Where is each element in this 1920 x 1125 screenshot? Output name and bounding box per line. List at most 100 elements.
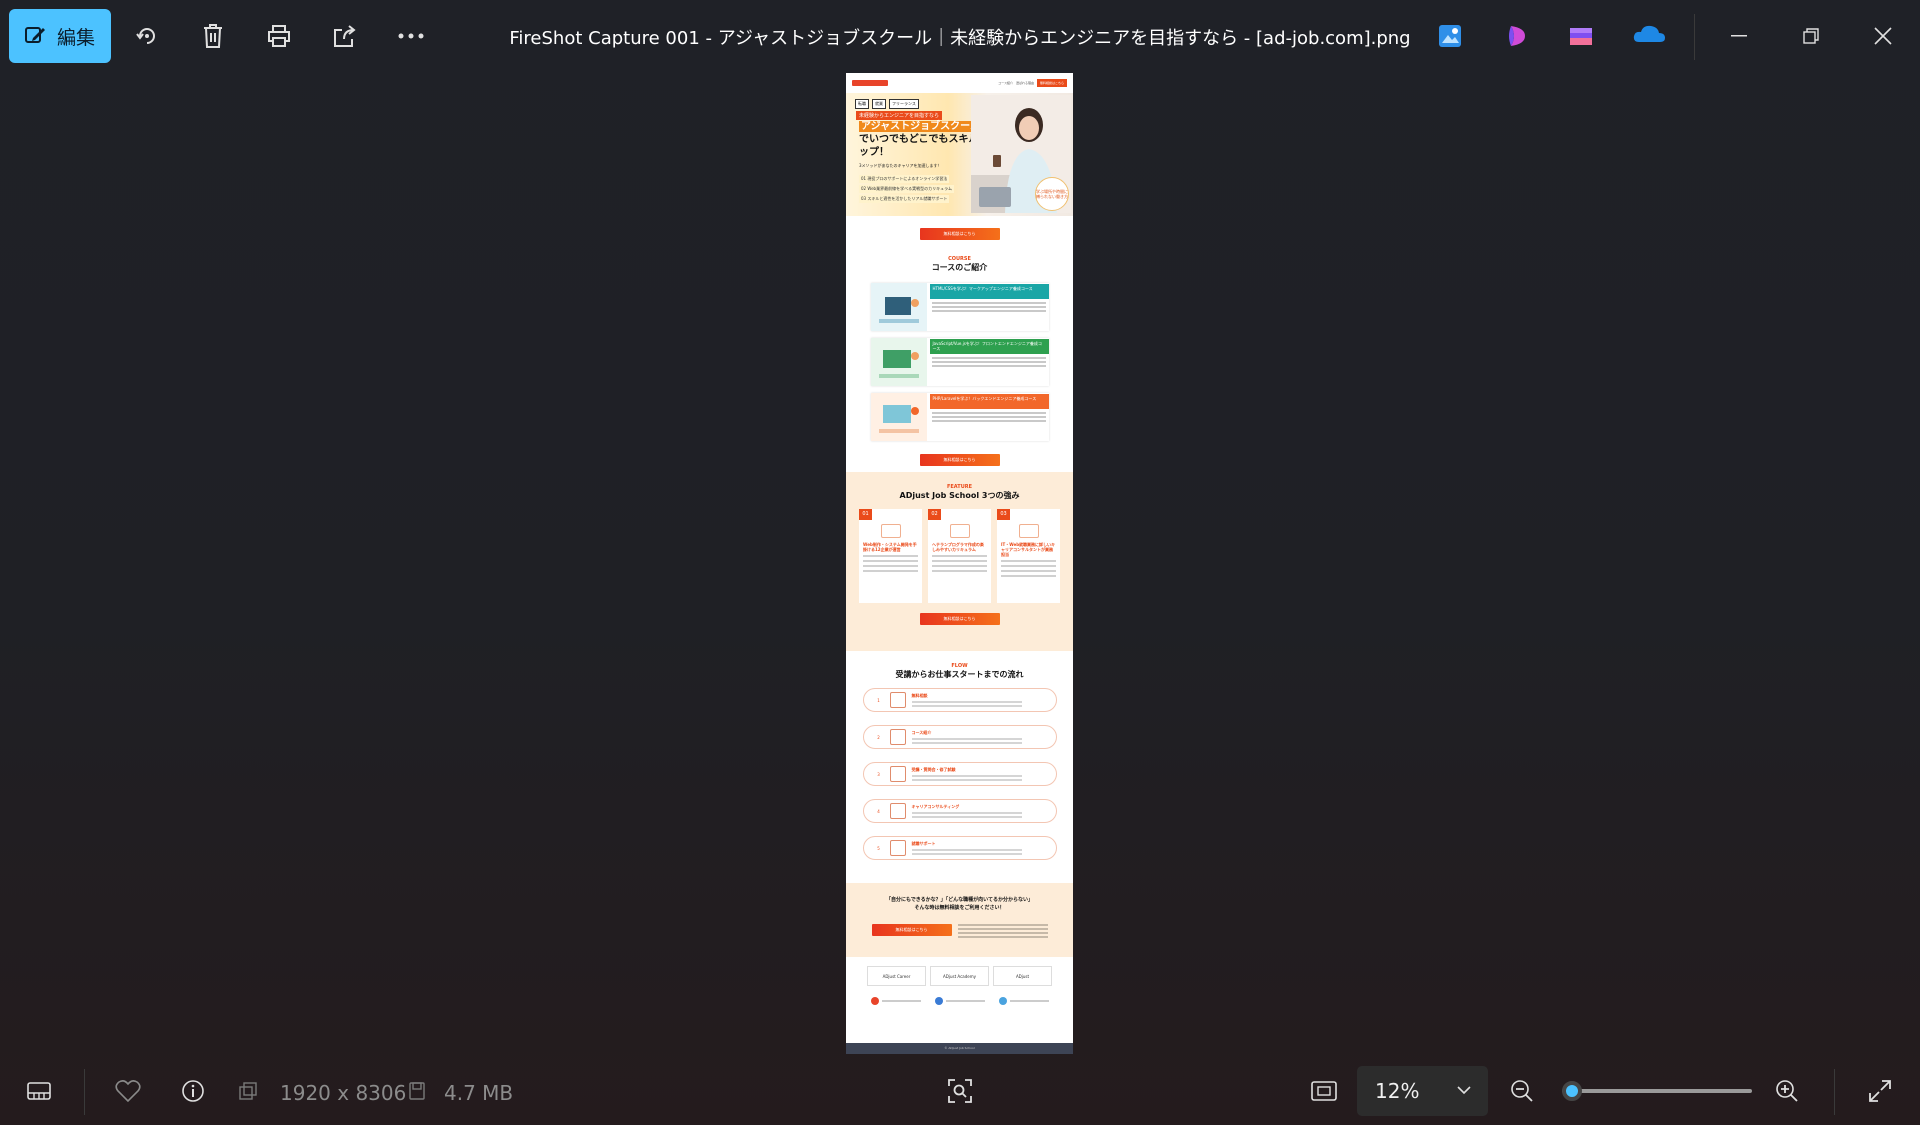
zoom-in-icon[interactable] [1769,1073,1805,1109]
rotate-icon[interactable] [129,18,165,54]
cta-row: 無料相談はこちら [846,216,1073,252]
flow-heading-jp: 受講からお仕事スタートまでの流れ [895,670,1024,679]
step-text [911,738,1022,744]
office-item [870,996,921,1006]
hero-badge: 未経験からエンジニアを目指すなら [856,111,943,120]
course-illustration [870,338,927,386]
edit-icon [25,27,45,43]
hero-point: 02 Web業界最前線を学べる実戦型のカリキュラム [859,185,954,193]
close-icon[interactable] [1865,18,1901,54]
course-description [930,302,1049,312]
zoom-slider-track[interactable] [1562,1089,1752,1093]
step-number: 1 [877,697,880,703]
feature-icon [949,524,970,538]
feature-card: 02 ヘテランプログラマ作成の楽しみやすいカリキュラム [928,509,991,603]
clipchamp-icon[interactable] [1503,22,1533,50]
feature-icon [1018,524,1039,538]
step-icon [889,729,906,745]
cta-button: 無料相談はこちら [919,613,1000,625]
file-size: 4.7 MB [444,1081,514,1105]
delete-icon[interactable] [195,18,231,54]
hero-section: 転職 就業 フリーランス 未経験からエンジニアを目指すなら アジャストジョブスク… [846,93,1073,216]
photos-icon[interactable] [1436,22,1466,50]
edit-label: 編集 [57,26,96,49]
info-icon[interactable] [175,1073,211,1109]
fit-icon[interactable] [1306,1073,1342,1109]
feature-text [1001,560,1056,577]
edit-button[interactable]: 編集 [9,9,111,63]
flow-section: FLOW 受講からお仕事スタートまでの流れ 1 無料相談 2 コース紹介 3 受… [846,651,1073,883]
feature-heading: FEATURE ADjust Job School 3つの強み [846,484,1073,501]
course-illustration [870,393,927,441]
step-title: 無料相談 [911,693,928,698]
visual-search-icon[interactable] [942,1073,978,1109]
step-title: 受講・質問会・修了試験 [911,767,956,772]
hero-tag: 就業 [872,99,886,109]
print-icon[interactable] [261,18,297,54]
step-number: 2 [877,734,880,740]
page-nav: コース紹介 選ばれる理由 無料相談はこちら [998,79,1067,87]
restore-icon[interactable] [1793,18,1829,54]
office-item [998,996,1049,1006]
share-icon[interactable] [327,18,363,54]
course-title: JavaScript/Vue.jsを学ぶ！フロントエンドエンジニア養成コース [929,339,1049,354]
course-title: PHP/Laravelを学ぶ！バックエンドエンジニア養成コース [929,394,1049,409]
zoom-dropdown[interactable]: 12% [1357,1066,1488,1116]
office-list [846,996,1073,1006]
nav-link: 選ばれる理由 [1015,81,1034,85]
course-description [930,412,1049,422]
feature-heading-jp: ADjust Job School 3つの強み [899,491,1020,500]
hero-title: アジャストジョブスクールでいつでもどこでもスキルアップ！ [859,120,989,159]
course-card: PHP/Laravelを学ぶ！バックエンドエンジニア養成コース [870,393,1049,441]
feature-text [932,555,987,572]
feature-title: IT・Web就職業務に詳しいキャリアコンサルタントが業務担当 [1001,542,1056,557]
hero-lead: 3メソッドがあなたのキャリアを加速します！ [859,163,942,168]
zoom-slider-thumb[interactable] [1562,1081,1582,1101]
step-text [911,775,1022,781]
filmstrip-icon[interactable] [21,1073,57,1109]
course-title: HTML/CSSを学ぶ！マークアップエンジニア養成コース [929,284,1049,299]
filesize-icon [404,1073,430,1109]
step-number: 4 [877,808,880,814]
consult-question: 「自分にもできるかな？」「どんな職種が向いてるか分からない」 [885,897,1034,903]
dimensions-icon [235,1073,261,1109]
top-toolbar: 編集 FireShot Capture 001 - アジャストジョブスクール｜未… [0,0,1920,72]
step-text [911,701,1022,707]
cta-button: 無料相談はこちら [919,228,1000,240]
course-card: HTML/CSSを学ぶ！マークアップエンジニア養成コース [870,283,1049,331]
cta-button: 無料相談はこちら [871,924,952,936]
flow-step: 4 キャリアコンサルティング [862,799,1057,823]
step-icon [889,692,906,708]
step-icon [889,840,906,856]
fullscreen-icon[interactable] [1862,1073,1898,1109]
zoom-out-icon[interactable] [1504,1073,1540,1109]
step-number: 5 [877,845,880,851]
step-title: 就職サポート [911,841,936,846]
cta-row: 無料相談はこちら [846,448,1073,472]
consult-section: 「自分にもできるかな？」「どんな職種が向いてるか分からない」 そんな時は無料相談… [846,883,1073,957]
hero-tags: 転職 就業 フリーランス [855,99,919,109]
onedrive-icon[interactable] [1632,22,1666,50]
flow-step: 2 コース紹介 [862,725,1057,749]
step-icon [889,803,906,819]
image-preview[interactable]: コース紹介 選ばれる理由 無料相談はこちら 転職 就業 フリーランス 未経験から… [846,73,1073,1054]
window-title: FireShot Capture 001 - アジャストジョブスクール｜未経験か… [509,28,1411,49]
more-icon[interactable] [393,18,429,54]
step-text [911,849,1022,855]
consult-invite: そんな時は無料相談をご利用ください！ [914,905,1005,911]
heart-icon[interactable] [110,1073,146,1109]
step-icon [889,766,906,782]
flow-step: 3 受講・質問会・修了試験 [862,762,1057,786]
nav-link: コース紹介 [998,81,1013,85]
consult-text [957,922,1048,938]
feature-text [863,555,918,572]
brand-logo: ADjust Academy [930,966,989,986]
bottom-divider [84,1069,85,1115]
minimize-icon[interactable] [1721,18,1757,54]
photo-viewer: 編集 FireShot Capture 001 - アジャストジョブスクール｜未… [0,0,1920,1125]
feature-card: 03 IT・Web就職業務に詳しいキャリアコンサルタントが業務担当 [997,509,1060,603]
image-dimensions: 1920 x 8306 [280,1081,407,1105]
feature-cards: 01 Web制作・システム開発を手掛ける12企業が運営 02 ヘテランプログラマ… [846,509,1073,603]
brand-links: ADjust Career ADjust Academy ADjust [846,966,1073,986]
movie-icon[interactable] [1567,22,1597,50]
